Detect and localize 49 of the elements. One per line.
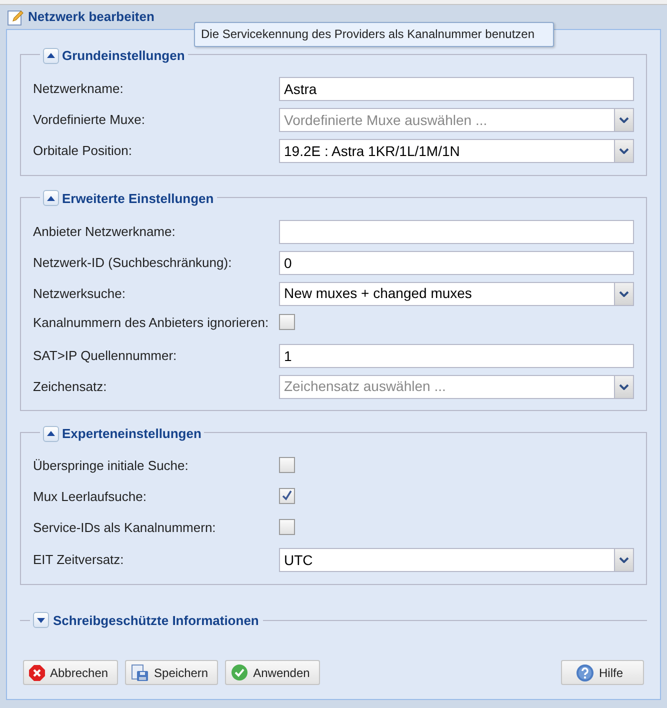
section-title: Experteneinstellungen xyxy=(62,425,202,443)
cancel-icon xyxy=(29,664,45,680)
checkbox[interactable] xyxy=(279,456,295,472)
combo-field[interactable]: UTC xyxy=(279,548,634,572)
caret-up-icon xyxy=(47,53,55,58)
field-label: Netzwerksuche: xyxy=(33,284,126,302)
text-field[interactable]: 0 xyxy=(279,250,634,274)
field-label: Service-IDs als Kanalnummern: xyxy=(33,518,217,536)
combo-field[interactable]: Vordefinierte Muxe auswählen ... xyxy=(279,108,634,132)
field-label: Kanalnummern des Anbieters ignorieren: xyxy=(33,314,270,332)
section-title: Erweiterte Einstellungen xyxy=(62,190,214,208)
field-label: Vordefinierte Muxe: xyxy=(33,111,146,129)
field-label: Anbieter Netzwerkname: xyxy=(33,222,176,240)
field-label: Mux Leerlaufsuche: xyxy=(33,488,148,506)
checkbox[interactable] xyxy=(279,488,295,504)
help-icon xyxy=(576,664,594,682)
collapse-toggle[interactable] xyxy=(43,190,59,206)
text-field[interactable] xyxy=(279,220,634,244)
caret-down-icon xyxy=(37,618,45,623)
combo-field[interactable]: New muxes + changed muxes xyxy=(279,282,634,306)
section-title: Schreibgeschützte Informationen xyxy=(52,612,260,630)
window-title: Netzwerk bearbeiten xyxy=(28,8,154,26)
check-circle-icon xyxy=(231,664,248,681)
floppy-disk-icon xyxy=(131,664,150,682)
cancel-button[interactable]: Abbrechen xyxy=(23,660,118,685)
checkbox[interactable] xyxy=(279,314,295,330)
save-button[interactable]: Speichern xyxy=(125,660,218,685)
collapse-toggle[interactable] xyxy=(43,426,59,442)
field-label: Überspringe initiale Suche: xyxy=(33,456,190,474)
field-label: Orbitale Position: xyxy=(33,142,133,160)
combo-field[interactable]: Zeichensatz auswählen ... xyxy=(279,374,634,398)
text-field[interactable]: 1 xyxy=(279,344,634,368)
checkbox[interactable] xyxy=(279,518,295,534)
caret-up-icon xyxy=(47,196,55,201)
field-label: Netzwerkname: xyxy=(33,80,124,98)
edit-icon xyxy=(7,8,24,26)
combo-field[interactable]: 19.2E : Astra 1KR/1L/1M/1N xyxy=(279,139,634,163)
tooltip: Die Servicekennung des Providers als Kanalnummer benutzen xyxy=(194,22,554,47)
collapse-toggle[interactable] xyxy=(43,48,59,64)
caret-up-icon xyxy=(47,431,55,436)
field-label: Zeichensatz: xyxy=(33,378,108,396)
section-title: Grundeinstellungen xyxy=(62,47,185,65)
field-label: SAT>IP Quellennummer: xyxy=(33,346,178,364)
help-button[interactable]: Hilfe xyxy=(560,660,644,685)
text-field[interactable]: Astra xyxy=(279,77,634,101)
expand-toggle[interactable] xyxy=(33,612,49,628)
field-label: EIT Zeitversatz: xyxy=(33,551,125,569)
field-label: Netzwerk-ID (Suchbeschränkung): xyxy=(33,254,233,272)
apply-button[interactable]: Anwenden xyxy=(225,660,320,685)
